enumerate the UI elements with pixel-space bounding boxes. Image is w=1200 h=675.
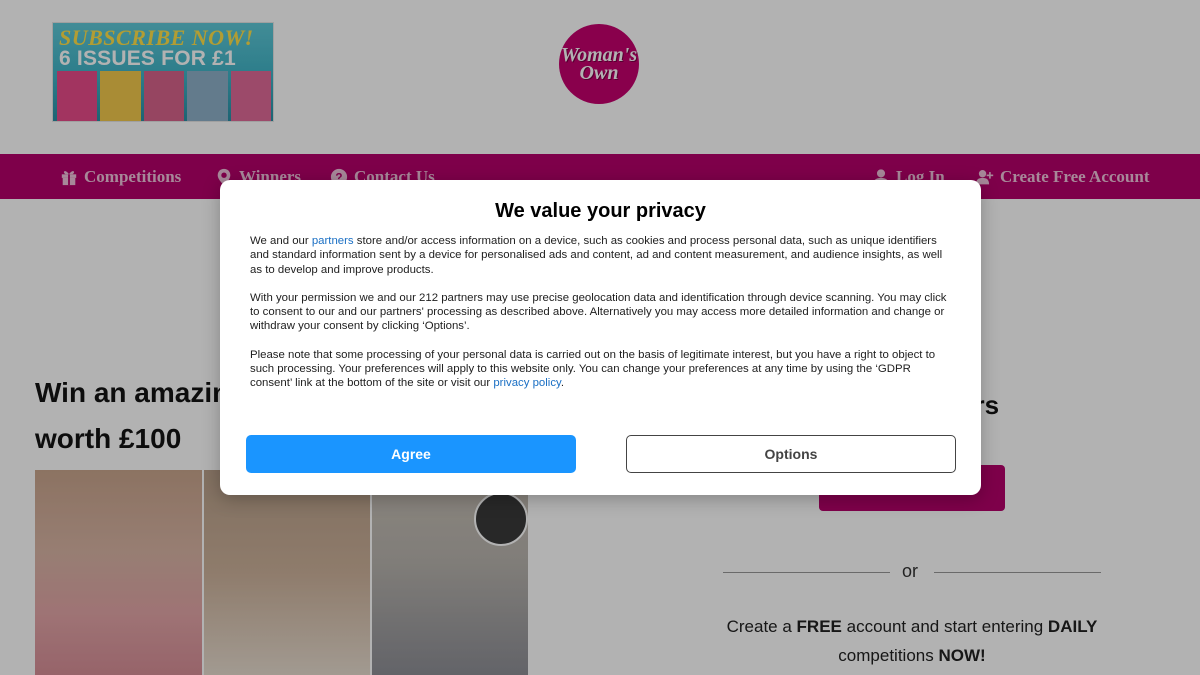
options-button[interactable]: Options: [626, 435, 956, 473]
consent-paragraph-3: Please note that some processing of your…: [250, 348, 955, 391]
consent-paragraph-1: We and our partners store and/or access …: [250, 234, 955, 277]
partners-link[interactable]: partners: [312, 235, 354, 247]
consent-paragraph-2: With your permission we and our 212 part…: [250, 291, 947, 333]
privacy-policy-link[interactable]: privacy policy: [493, 377, 561, 389]
consent-text: Please note that some processing of your…: [250, 348, 936, 390]
consent-body: We and our partners store and/or access …: [250, 234, 955, 405]
consent-text: store and/or access information on a dev…: [250, 235, 943, 276]
consent-title: We value your privacy: [495, 200, 706, 222]
privacy-consent-dialog: We value your privacy We and our partner…: [220, 180, 981, 495]
consent-text: .: [560, 377, 565, 390]
consent-text: We and our: [250, 235, 312, 247]
agree-button[interactable]: Agree: [246, 435, 576, 473]
